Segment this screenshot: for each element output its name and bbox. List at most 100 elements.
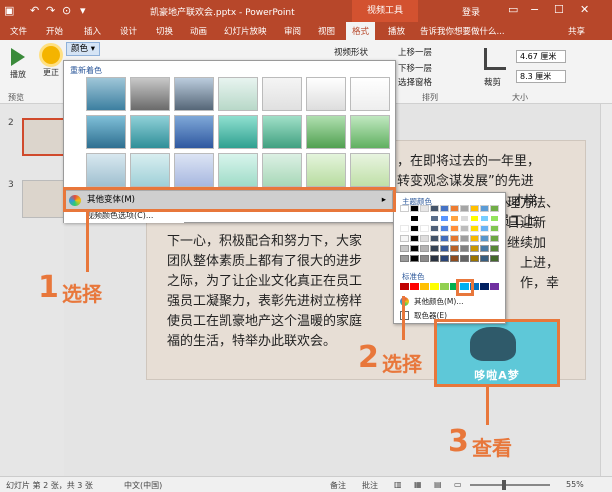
theme-color-swatch[interactable] (440, 225, 449, 232)
theme-color-swatch[interactable] (440, 215, 449, 222)
recolor-swatch[interactable] (130, 77, 170, 111)
standard-color-swatch[interactable] (490, 283, 499, 290)
theme-color-swatch[interactable] (460, 245, 469, 252)
recolor-swatch[interactable] (174, 153, 214, 187)
recolor-swatch[interactable] (262, 115, 302, 149)
recolor-swatch[interactable] (350, 153, 390, 187)
recolor-swatch[interactable] (86, 153, 126, 187)
theme-color-swatch[interactable] (430, 245, 439, 252)
notes-button[interactable]: 备注 (330, 480, 346, 491)
theme-color-swatch[interactable] (490, 235, 499, 242)
theme-color-swatch[interactable] (410, 205, 419, 212)
theme-color-swatch[interactable] (440, 245, 449, 252)
sorter-view-icon[interactable]: ▦ (414, 480, 422, 489)
ribbon-options-icon[interactable]: ▭ (508, 3, 518, 16)
tab-playback[interactable]: 播放 (388, 25, 405, 37)
start-from-beginning-icon[interactable]: ⊙ (62, 4, 71, 17)
recolor-swatch[interactable] (86, 115, 126, 149)
theme-color-swatch[interactable] (400, 225, 409, 232)
standard-color-swatch[interactable] (440, 283, 449, 290)
theme-color-swatch[interactable] (410, 235, 419, 242)
theme-color-swatch[interactable] (420, 205, 429, 212)
video-shape-button[interactable]: 视频形状 (334, 46, 368, 58)
share-button[interactable]: 共享 (568, 25, 585, 37)
theme-color-swatch[interactable] (460, 225, 469, 232)
theme-color-swatch[interactable] (410, 245, 419, 252)
theme-color-swatch[interactable] (430, 205, 439, 212)
theme-color-swatch[interactable] (400, 215, 409, 222)
save-icon[interactable]: ▣ (4, 4, 14, 17)
theme-color-swatch[interactable] (490, 215, 499, 222)
theme-color-swatch[interactable] (470, 215, 479, 222)
tab-transitions[interactable]: 切换 (156, 25, 173, 37)
theme-color-swatch[interactable] (440, 205, 449, 212)
theme-color-swatch[interactable] (450, 225, 459, 232)
theme-color-swatch[interactable] (400, 245, 409, 252)
more-colors-item[interactable]: 其他颜色(M)... (414, 296, 463, 307)
width-input[interactable]: 8.3 厘米 (516, 70, 566, 83)
theme-color-swatch[interactable] (450, 255, 459, 262)
theme-color-swatch[interactable] (430, 255, 439, 262)
theme-color-swatch[interactable] (410, 225, 419, 232)
theme-color-swatch[interactable] (470, 245, 479, 252)
minimize-icon[interactable]: − (530, 3, 539, 16)
theme-color-swatch[interactable] (430, 215, 439, 222)
login-link[interactable]: 登录 (462, 5, 480, 18)
height-input[interactable]: 4.67 厘米 (516, 50, 566, 63)
recolor-swatch[interactable] (350, 77, 390, 111)
bring-forward-button[interactable]: 上移一层 (398, 46, 432, 58)
customize-toolbar-icon[interactable]: ▾ (80, 4, 86, 17)
close-icon[interactable]: ✕ (580, 3, 589, 16)
recolor-swatch[interactable] (262, 77, 302, 111)
crop-icon[interactable] (484, 48, 506, 70)
theme-color-swatch[interactable] (460, 215, 469, 222)
recolor-swatch[interactable] (130, 153, 170, 187)
theme-color-swatch[interactable] (420, 235, 429, 242)
theme-color-swatch[interactable] (430, 225, 439, 232)
theme-color-swatch[interactable] (420, 245, 429, 252)
recolor-swatch[interactable] (306, 77, 346, 111)
theme-color-swatch[interactable] (470, 225, 479, 232)
theme-color-swatch[interactable] (450, 235, 459, 242)
theme-color-swatch[interactable] (410, 255, 419, 262)
standard-color-swatch[interactable] (410, 283, 419, 290)
tab-view[interactable]: 视图 (318, 25, 335, 37)
corrections-button[interactable]: 更正 (36, 44, 66, 78)
send-backward-button[interactable]: 下移一层 (398, 62, 432, 74)
recolor-swatch[interactable] (174, 77, 214, 111)
recolor-swatch[interactable] (174, 115, 214, 149)
theme-color-swatch[interactable] (470, 255, 479, 262)
recolor-swatch[interactable] (262, 153, 302, 187)
tab-animations[interactable]: 动画 (190, 25, 207, 37)
theme-color-swatch[interactable] (400, 205, 409, 212)
tab-home[interactable]: 开始 (46, 25, 63, 37)
theme-color-swatch[interactable] (450, 245, 459, 252)
theme-color-swatch[interactable] (470, 205, 479, 212)
zoom-slider[interactable] (470, 484, 550, 486)
theme-color-swatch[interactable] (490, 205, 499, 212)
theme-color-swatch[interactable] (480, 225, 489, 232)
tab-design[interactable]: 设计 (120, 25, 137, 37)
theme-color-swatch[interactable] (490, 245, 499, 252)
tab-insert[interactable]: 插入 (84, 25, 101, 37)
recolor-swatch[interactable] (306, 115, 346, 149)
reading-view-icon[interactable]: ▤ (434, 480, 442, 489)
zoom-slider-knob[interactable] (502, 480, 506, 490)
theme-color-swatch[interactable] (480, 255, 489, 262)
theme-color-swatch[interactable] (480, 205, 489, 212)
standard-color-swatch[interactable] (400, 283, 409, 290)
recolor-swatch[interactable] (218, 115, 258, 149)
redo-icon[interactable]: ↷ (46, 4, 55, 17)
theme-color-swatch[interactable] (440, 235, 449, 242)
theme-color-swatch[interactable] (480, 245, 489, 252)
theme-color-swatch[interactable] (460, 235, 469, 242)
theme-color-swatch[interactable] (460, 205, 469, 212)
color-button[interactable]: 颜色 ▾ (66, 42, 100, 56)
vertical-scrollbar[interactable] (600, 104, 612, 476)
tell-me-search[interactable]: 告诉我你想要做什么... (420, 25, 505, 37)
recolor-swatch[interactable] (86, 77, 126, 111)
undo-icon[interactable]: ↶ (30, 4, 39, 17)
recolor-swatch[interactable] (218, 77, 258, 111)
slide-thumbnail-2[interactable] (22, 118, 68, 156)
theme-color-swatch[interactable] (470, 235, 479, 242)
